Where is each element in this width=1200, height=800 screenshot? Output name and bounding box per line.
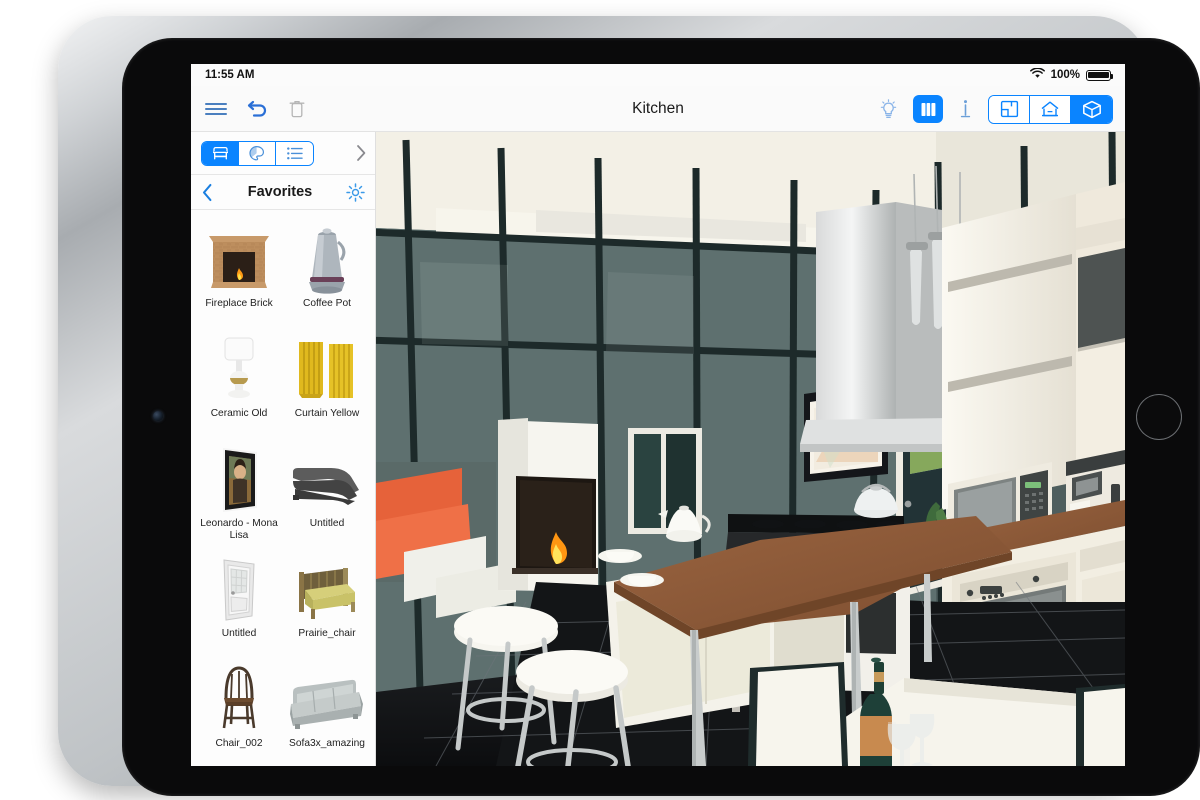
- ios-status-bar: 11:55 AM 100%: [191, 64, 1125, 86]
- sectional-sofa-thumb: [285, 438, 369, 516]
- grey-sofa-thumb: [285, 658, 369, 736]
- library-item[interactable]: Untitled: [195, 548, 283, 658]
- painting-thumb: [197, 438, 281, 516]
- library-item-label: Prairie_chair: [298, 628, 356, 639]
- library-item[interactable]: Coffee Pot: [283, 218, 371, 328]
- elevation-view-button[interactable]: [1030, 95, 1071, 123]
- materials-tab[interactable]: [239, 141, 276, 165]
- library-books-icon[interactable]: [913, 95, 943, 123]
- library-panel-header: Favorites: [191, 174, 375, 210]
- wifi-icon: [1029, 67, 1045, 82]
- library-item-label: Sofa3x_amazing: [289, 738, 365, 749]
- wood-chair-thumb: [197, 658, 281, 736]
- fireplace-thumb: [197, 218, 281, 296]
- library-item-label: Ceramic Old: [210, 408, 268, 419]
- list-tab[interactable]: [276, 141, 313, 165]
- lamp-thumb: [197, 328, 281, 406]
- home-button[interactable]: [1136, 394, 1182, 440]
- ipad-device-frame: 11:55 AM 100% Kitchen Favorites Fireplac…: [58, 16, 1200, 796]
- status-time: 11:55 AM: [205, 69, 255, 81]
- library-item-label: Curtain Yellow: [294, 408, 360, 419]
- chevron-left-icon[interactable]: [201, 183, 214, 202]
- library-panel: Favorites Fireplace Brick Coffee Pot Cer…: [191, 132, 376, 766]
- library-item-label: Chair_002: [215, 738, 263, 749]
- library-panel-title: Favorites: [247, 184, 313, 200]
- library-item[interactable]: Sofa3x_amazing: [283, 658, 371, 766]
- library-item-label: Fireplace Brick: [205, 298, 273, 309]
- 3d-view-button[interactable]: [1071, 95, 1112, 123]
- door-thumb: [197, 548, 281, 626]
- library-item[interactable]: Chair_002: [195, 658, 283, 766]
- ipad-screen: 11:55 AM 100% Kitchen Favorites Fireplac…: [191, 64, 1125, 766]
- armchair-thumb: [285, 548, 369, 626]
- info-icon[interactable]: [959, 99, 972, 119]
- 3d-scene-kitchen[interactable]: [376, 132, 1125, 766]
- undo-arrow-icon[interactable]: [247, 99, 269, 118]
- view-mode-segmented-control[interactable]: [988, 94, 1113, 124]
- library-panel-toolbar: [191, 132, 375, 174]
- library-item-label: Untitled: [309, 518, 345, 529]
- hamburger-menu-icon[interactable]: [205, 101, 227, 117]
- library-item[interactable]: Prairie_chair: [283, 548, 371, 658]
- app-toolbar: Kitchen: [191, 86, 1125, 132]
- library-item-label: Leonardo - Mona Lisa: [200, 518, 278, 541]
- curtain-thumb: [285, 328, 369, 406]
- battery-percent: 100%: [1050, 69, 1080, 81]
- trash-icon[interactable]: [289, 99, 305, 118]
- coffeepot-thumb: [285, 218, 369, 296]
- settings-gear-icon[interactable]: [346, 182, 365, 202]
- furniture-tab[interactable]: [202, 141, 239, 165]
- library-item[interactable]: Ceramic Old: [195, 328, 283, 438]
- library-item-label: Untitled: [221, 628, 257, 639]
- chevron-right-icon[interactable]: [355, 144, 367, 162]
- battery-full-icon: [1086, 69, 1114, 81]
- library-item-label: Coffee Pot: [303, 298, 351, 309]
- category-segmented-control[interactable]: [201, 140, 314, 166]
- screenshot-root: 11:55 AM 100% Kitchen Favorites Fireplac…: [0, 0, 1200, 800]
- library-item[interactable]: Fireplace Brick: [195, 218, 283, 328]
- front-camera-icon: [153, 411, 163, 421]
- library-item[interactable]: Curtain Yellow: [283, 328, 371, 438]
- lightbulb-icon[interactable]: [880, 98, 897, 120]
- floorplan-view-button[interactable]: [989, 95, 1030, 123]
- library-item[interactable]: Untitled: [283, 438, 371, 548]
- favorites-grid: Fireplace Brick Coffee Pot Ceramic Old C…: [191, 210, 375, 766]
- library-item[interactable]: Leonardo - Mona Lisa: [195, 438, 283, 548]
